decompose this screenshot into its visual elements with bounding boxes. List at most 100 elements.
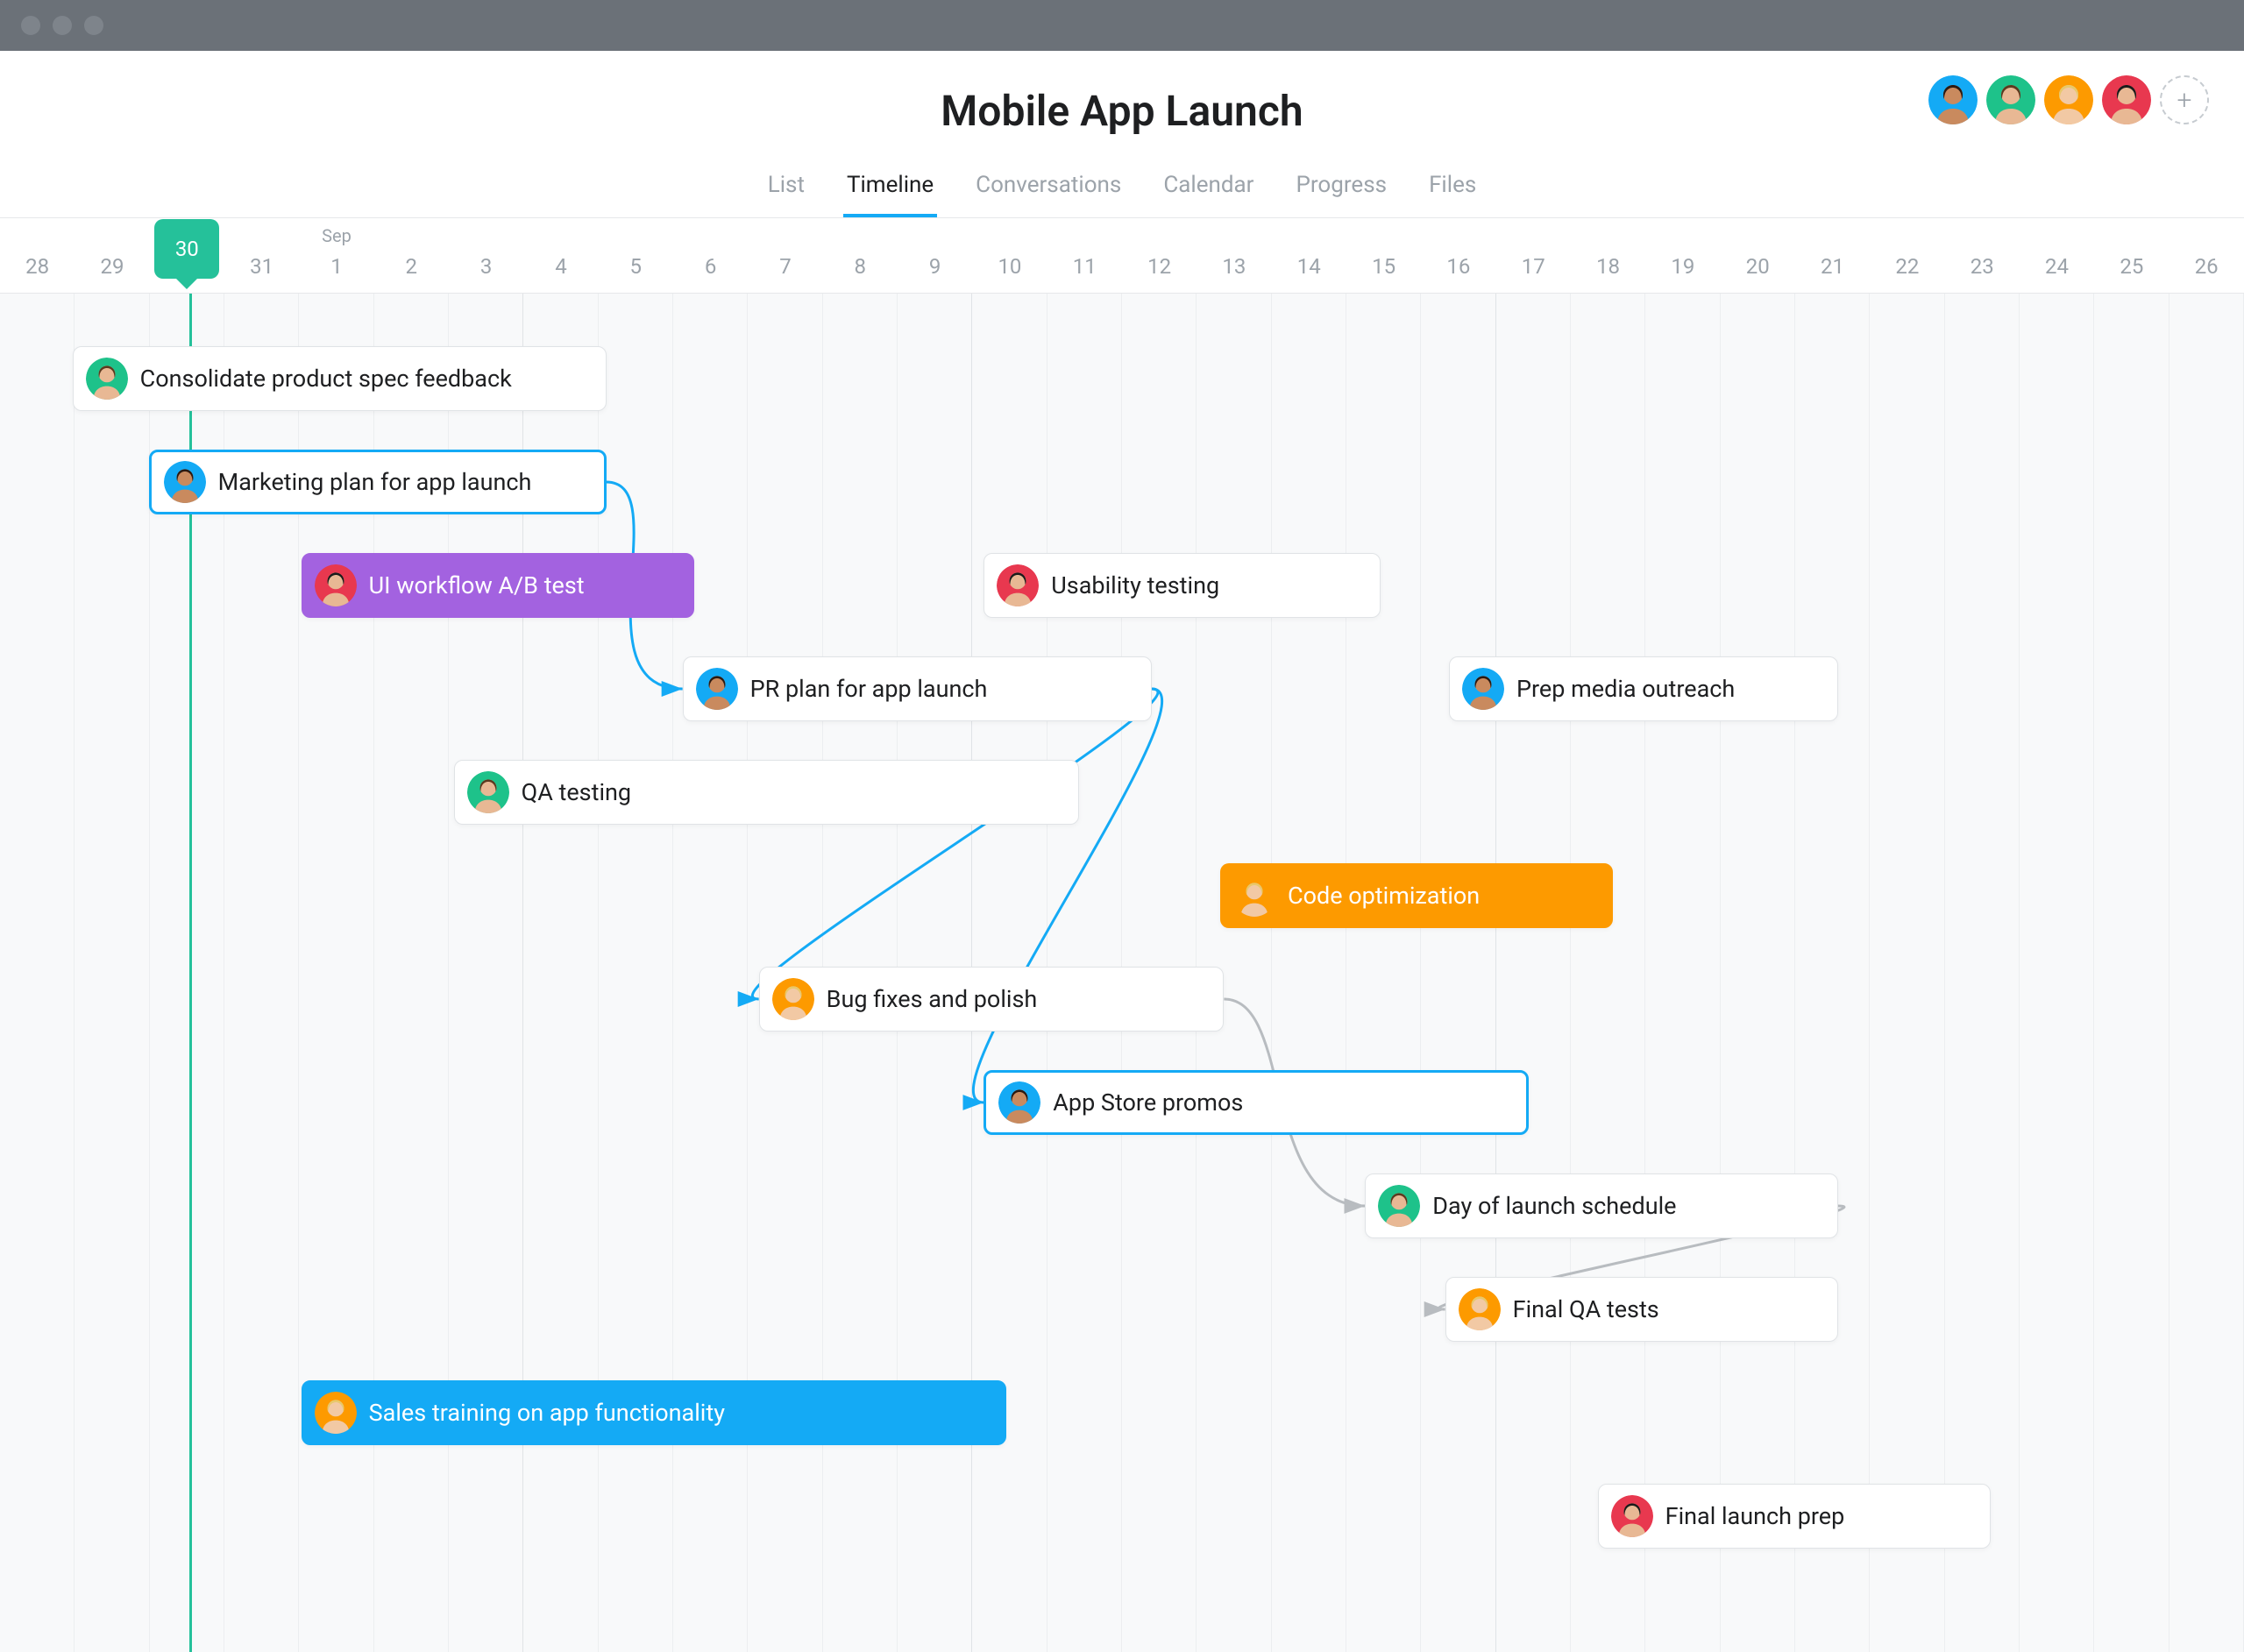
tab-files[interactable]: Files — [1425, 163, 1480, 217]
day-number: 15 — [1372, 254, 1395, 279]
date-column: 19 — [1645, 218, 1720, 293]
day-number: 9 — [929, 254, 941, 279]
task-assignee-avatar — [696, 668, 738, 710]
task-assignee-avatar — [1233, 875, 1275, 917]
date-column: 23 — [1945, 218, 2020, 293]
window-close-dot[interactable] — [21, 16, 40, 35]
task-assignee-avatar — [1462, 668, 1504, 710]
grid-column — [1945, 294, 2020, 1652]
task-label: Prep media outreach — [1516, 675, 1735, 703]
task-bar[interactable]: Code optimization — [1220, 863, 1613, 928]
task-bar[interactable]: Marketing plan for app launch — [149, 450, 607, 514]
date-column: 14 — [1272, 218, 1346, 293]
day-number: 25 — [2120, 254, 2143, 279]
grid-column — [75, 294, 149, 1652]
tab-list[interactable]: List — [764, 163, 808, 217]
date-column: Sep1 — [299, 218, 373, 293]
day-number: 23 — [1971, 254, 1994, 279]
task-bar[interactable]: Bug fixes and polish — [759, 967, 1225, 1032]
window-max-dot[interactable] — [84, 16, 103, 35]
date-column: 3 — [449, 218, 523, 293]
task-bar[interactable]: UI workflow A/B test — [302, 553, 694, 618]
grid-column — [1421, 294, 1495, 1652]
task-bar[interactable]: Final QA tests — [1445, 1277, 1838, 1342]
grid-column — [0, 294, 75, 1652]
grid-column — [1346, 294, 1421, 1652]
day-number: 2 — [406, 254, 418, 279]
date-column: 4 — [523, 218, 598, 293]
task-bar[interactable]: Usability testing — [984, 553, 1380, 618]
member-avatar[interactable] — [1928, 75, 1978, 124]
day-number: 28 — [25, 254, 49, 279]
task-label: Bug fixes and polish — [827, 985, 1038, 1013]
day-number: 20 — [1746, 254, 1770, 279]
task-bar[interactable]: Day of launch schedule — [1365, 1173, 1837, 1238]
date-column: 15 — [1346, 218, 1421, 293]
day-number: 5 — [630, 254, 643, 279]
tab-timeline[interactable]: Timeline — [843, 163, 937, 217]
task-label: PR plan for app launch — [750, 675, 988, 703]
grid-column — [599, 294, 673, 1652]
day-number: 21 — [1821, 254, 1844, 279]
grid-column — [1870, 294, 1944, 1652]
task-label: UI workflow A/B test — [369, 571, 585, 599]
date-header: 28293031Sep12345678910111213141516171819… — [0, 218, 2244, 294]
project-members: + — [1928, 75, 2209, 124]
task-bar[interactable]: Final launch prep — [1598, 1484, 1991, 1549]
task-bar[interactable]: Prep media outreach — [1449, 656, 1838, 721]
member-avatar[interactable] — [2044, 75, 2093, 124]
task-label: Code optimization — [1288, 882, 1480, 910]
task-bar[interactable]: Consolidate product spec feedback — [73, 346, 607, 411]
task-bar[interactable]: QA testing — [454, 760, 1079, 825]
day-number: 4 — [555, 254, 567, 279]
task-label: Final QA tests — [1513, 1295, 1659, 1323]
tab-progress[interactable]: Progress — [1292, 163, 1390, 217]
task-bar[interactable]: PR plan for app launch — [683, 656, 1152, 721]
tab-calendar[interactable]: Calendar — [1160, 163, 1257, 217]
task-label: App Store promos — [1053, 1088, 1243, 1117]
date-column: 21 — [1795, 218, 1870, 293]
tab-conversations[interactable]: Conversations — [972, 163, 1125, 217]
task-label: Marketing plan for app launch — [218, 468, 532, 496]
date-column: 18 — [1571, 218, 1645, 293]
day-number: 14 — [1297, 254, 1321, 279]
task-label: Final launch prep — [1665, 1502, 1845, 1530]
member-avatar[interactable] — [2102, 75, 2151, 124]
task-label: QA testing — [522, 778, 631, 806]
task-assignee-avatar — [1378, 1185, 1420, 1227]
grid-column — [2169, 294, 2244, 1652]
task-assignee-avatar — [1611, 1495, 1653, 1537]
day-number: 17 — [1522, 254, 1545, 279]
plus-icon: + — [2177, 85, 2192, 116]
day-number: 8 — [855, 254, 867, 279]
date-column: 20 — [1721, 218, 1795, 293]
day-number: 10 — [998, 254, 1021, 279]
timeline-body[interactable]: Consolidate product spec feedback Marketi… — [0, 294, 2244, 1652]
date-column: 6 — [673, 218, 748, 293]
window-chrome — [0, 0, 2244, 51]
project-header: Mobile App Launch + List Timeline Conversa… — [0, 51, 2244, 218]
date-column: 22 — [1870, 218, 1944, 293]
member-avatar[interactable] — [1986, 75, 2035, 124]
date-column: 7 — [748, 218, 822, 293]
date-column: 17 — [1496, 218, 1571, 293]
task-bar[interactable]: Sales training on app functionality — [302, 1380, 1007, 1445]
grid-column — [673, 294, 748, 1652]
project-tabs: List Timeline Conversations Calendar Progres… — [0, 163, 2244, 217]
window-min-dot[interactable] — [53, 16, 72, 35]
date-column: 10 — [972, 218, 1047, 293]
date-column: 30 — [150, 218, 224, 293]
day-number: 18 — [1596, 254, 1620, 279]
date-column: 11 — [1047, 218, 1122, 293]
task-assignee-avatar — [86, 358, 128, 400]
task-assignee-avatar — [164, 461, 206, 503]
date-column: 8 — [823, 218, 898, 293]
date-column: 31 — [224, 218, 299, 293]
grid-column — [1496, 294, 1571, 1652]
add-member-button[interactable]: + — [2160, 75, 2209, 124]
date-column: 26 — [2169, 218, 2244, 293]
task-bar[interactable]: App Store promos — [984, 1070, 1529, 1135]
date-column: 2 — [374, 218, 449, 293]
page-title: Mobile App Launch — [941, 86, 1303, 136]
task-assignee-avatar — [1459, 1288, 1501, 1330]
